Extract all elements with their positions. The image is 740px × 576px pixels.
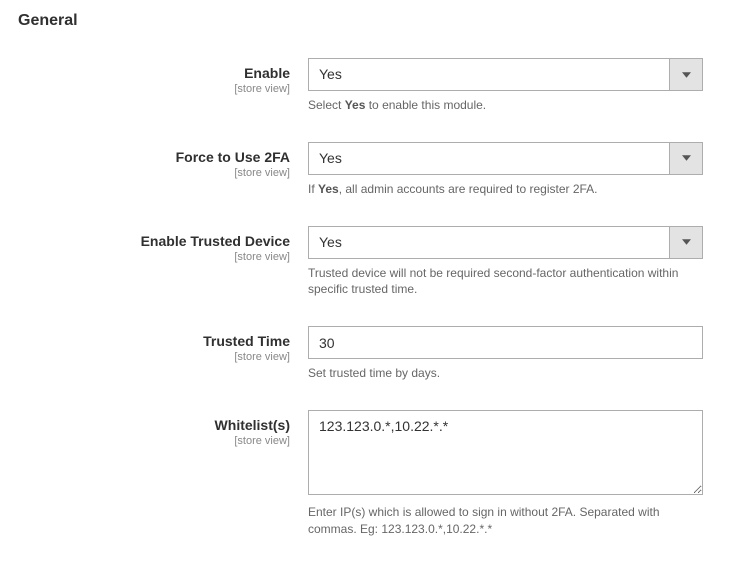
hint-text: , all admin accounts are required to reg… [339, 182, 598, 196]
whitelist-textarea[interactable] [308, 410, 703, 495]
hint-text: to enable this module. [365, 98, 486, 112]
label-wrap: Enable [store view] [18, 58, 308, 95]
field-row-trusted-device: Enable Trusted Device [store view] Yes T… [18, 226, 722, 299]
field-row-enable: Enable [store view] Yes Select Yes to en… [18, 58, 722, 114]
trusted-time-label: Trusted Time [18, 332, 290, 350]
hint-text: Select [308, 98, 345, 112]
force-2fa-select-value[interactable]: Yes [309, 143, 669, 174]
force-2fa-label: Force to Use 2FA [18, 148, 290, 166]
hint-bold: Yes [345, 98, 366, 112]
label-wrap: Trusted Time [store view] [18, 326, 308, 363]
chevron-down-icon[interactable] [669, 59, 702, 90]
section-title: General [18, 12, 722, 30]
trusted-device-hint: Trusted device will not be required seco… [308, 265, 703, 299]
enable-hint: Select Yes to enable this module. [308, 97, 703, 114]
chevron-down-icon[interactable] [669, 227, 702, 258]
field-row-trusted-time: Trusted Time [store view] Set trusted ti… [18, 326, 722, 382]
chevron-down-icon[interactable] [669, 143, 702, 174]
label-wrap: Force to Use 2FA [store view] [18, 142, 308, 179]
control-wrap: Yes Select Yes to enable this module. [308, 58, 703, 114]
label-wrap: Whitelist(s) [store view] [18, 410, 308, 447]
force-2fa-hint: If Yes, all admin accounts are required … [308, 181, 703, 198]
scope-label: [store view] [18, 435, 290, 447]
force-2fa-select[interactable]: Yes [308, 142, 703, 175]
whitelist-label: Whitelist(s) [18, 416, 290, 434]
control-wrap: Enter IP(s) which is allowed to sign in … [308, 410, 703, 538]
enable-label: Enable [18, 64, 290, 82]
control-wrap: Yes Trusted device will not be required … [308, 226, 703, 299]
scope-label: [store view] [18, 251, 290, 263]
scope-label: [store view] [18, 167, 290, 179]
scope-label: [store view] [18, 351, 290, 363]
trusted-time-input[interactable] [308, 326, 703, 359]
label-wrap: Enable Trusted Device [store view] [18, 226, 308, 263]
enable-select-value[interactable]: Yes [309, 59, 669, 90]
control-wrap: Set trusted time by days. [308, 326, 703, 382]
hint-text: If [308, 182, 318, 196]
field-row-whitelist: Whitelist(s) [store view] Enter IP(s) wh… [18, 410, 722, 538]
enable-select[interactable]: Yes [308, 58, 703, 91]
trusted-device-select-value[interactable]: Yes [309, 227, 669, 258]
hint-bold: Yes [318, 182, 339, 196]
trusted-time-hint: Set trusted time by days. [308, 365, 703, 382]
control-wrap: Yes If Yes, all admin accounts are requi… [308, 142, 703, 198]
trusted-device-select[interactable]: Yes [308, 226, 703, 259]
whitelist-hint: Enter IP(s) which is allowed to sign in … [308, 504, 703, 538]
field-row-force-2fa: Force to Use 2FA [store view] Yes If Yes… [18, 142, 722, 198]
trusted-device-label: Enable Trusted Device [18, 232, 290, 250]
scope-label: [store view] [18, 83, 290, 95]
